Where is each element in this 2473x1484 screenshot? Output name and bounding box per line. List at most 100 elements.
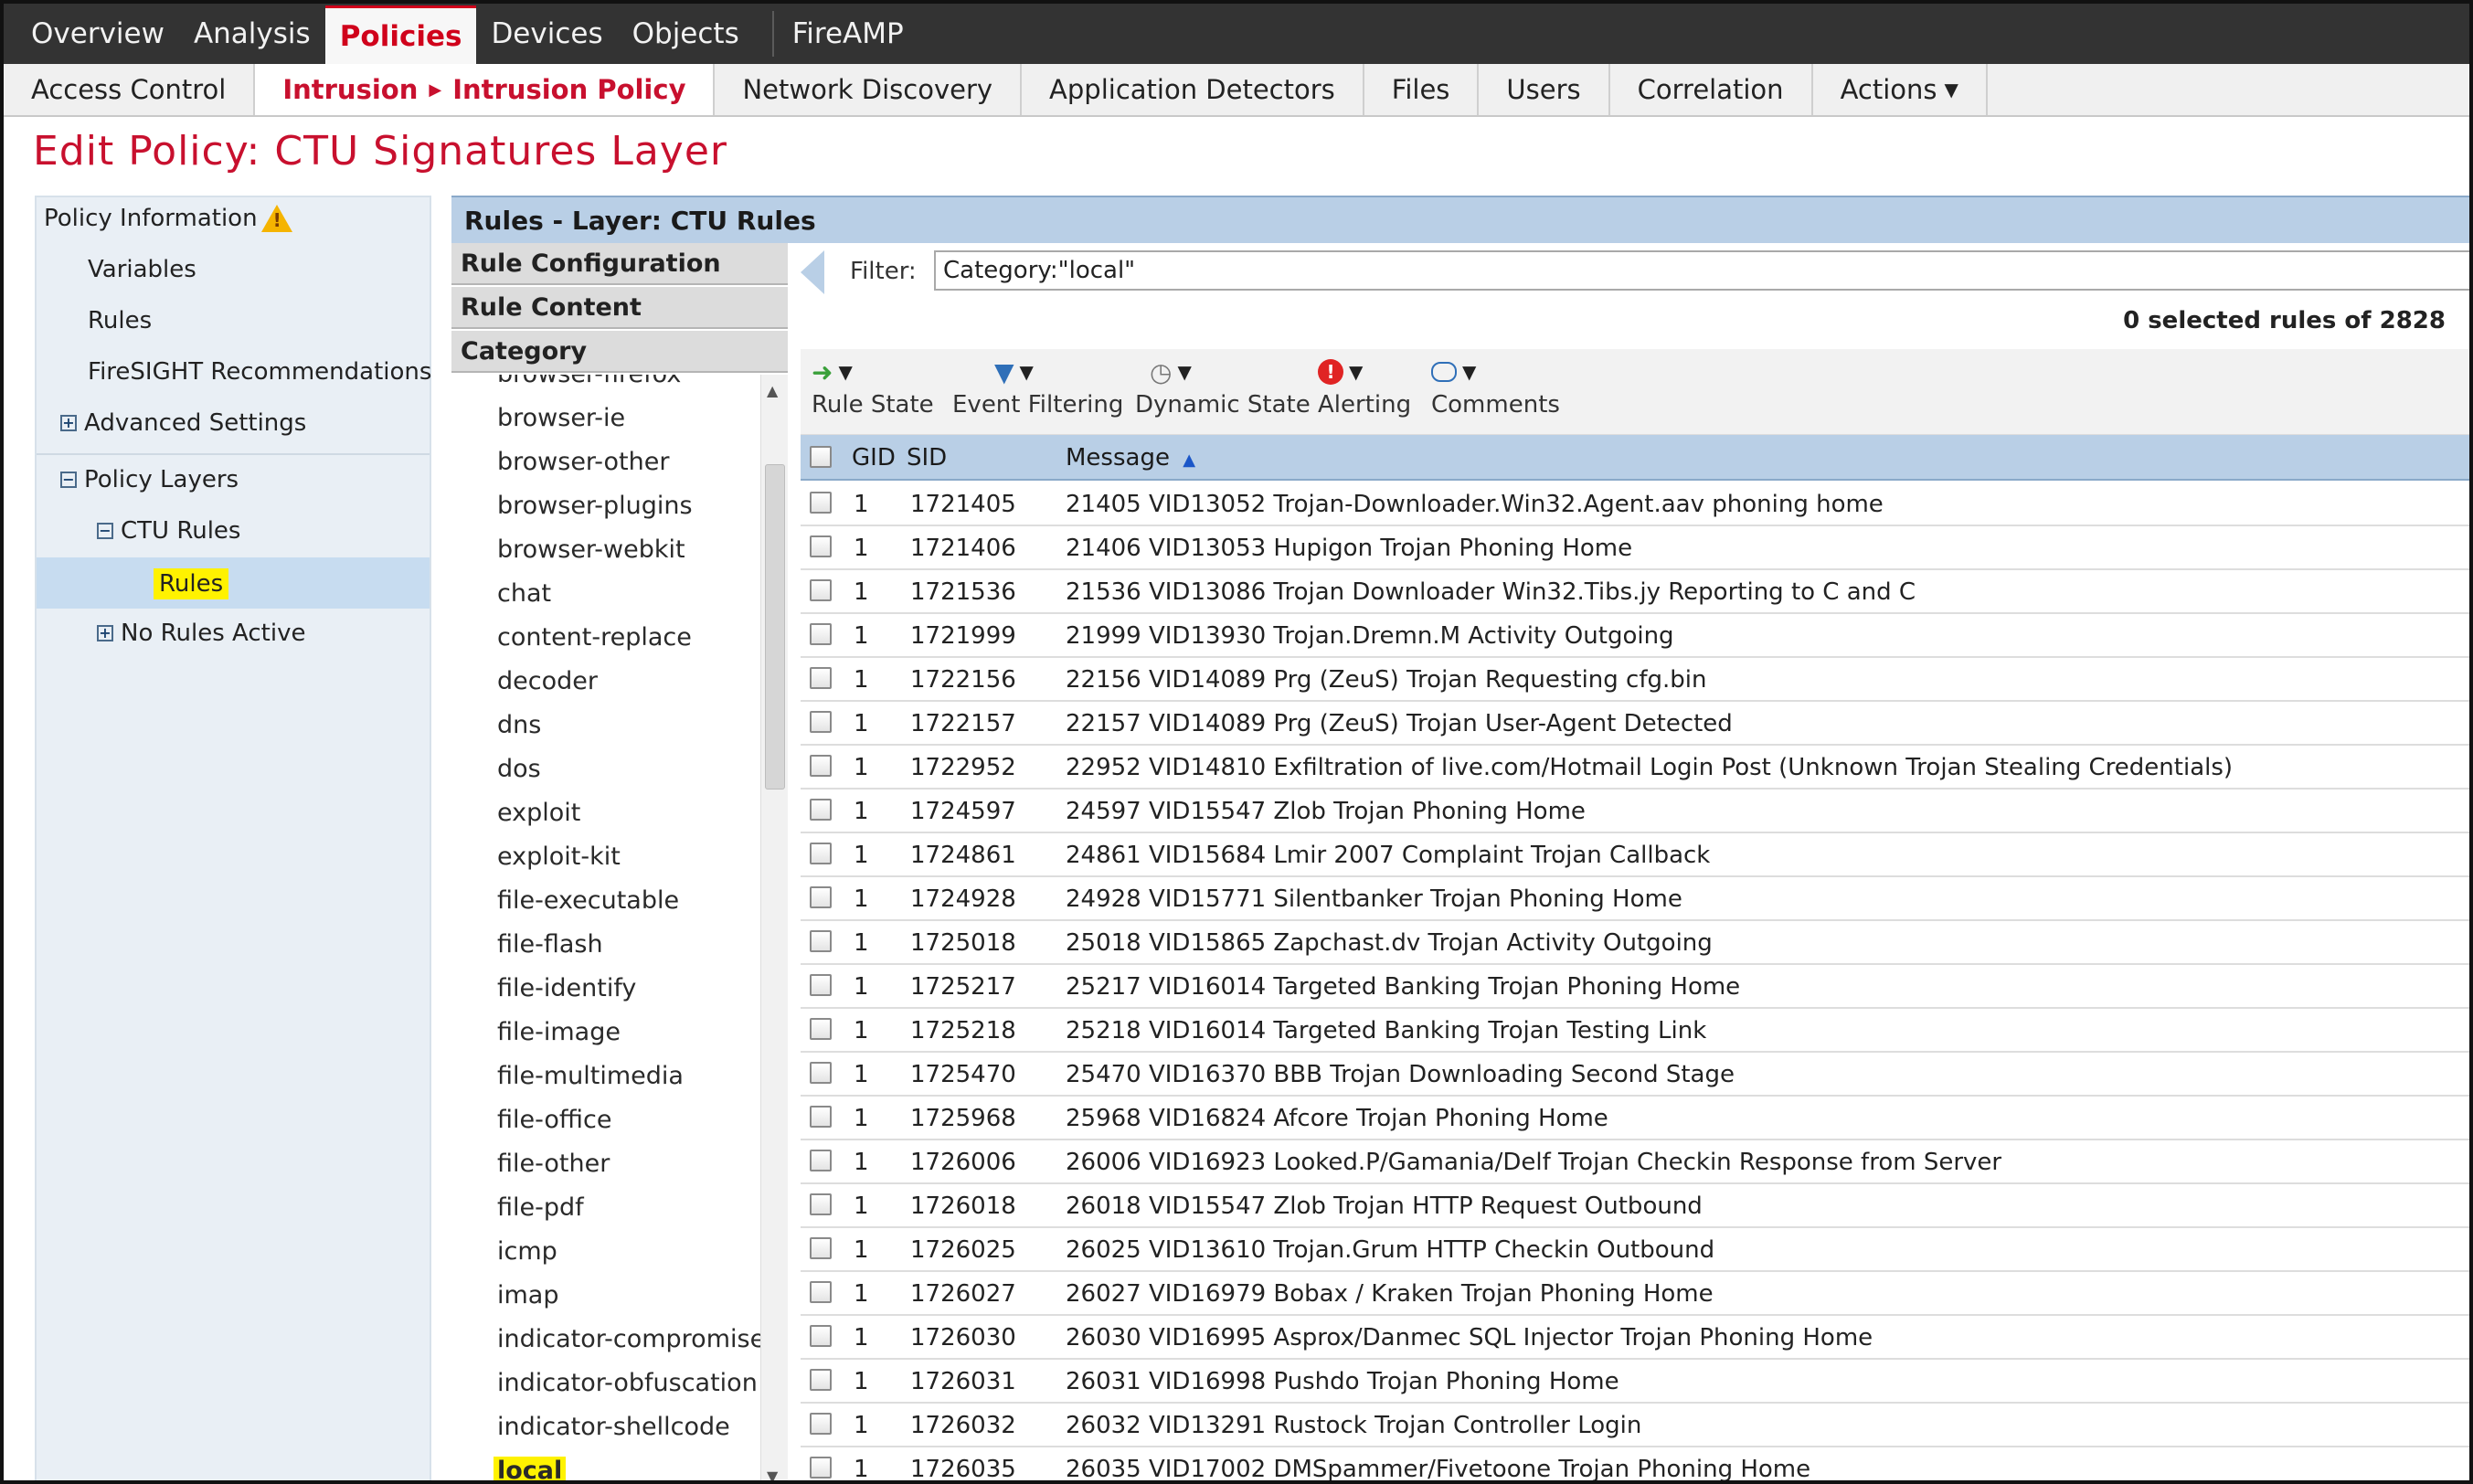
table-row[interactable]: 1 1724861 24861 VID15684 Lmir 2007 Complai… (801, 833, 2469, 877)
category-item[interactable]: dos (497, 755, 541, 783)
tree-firesight-recommendations[interactable]: FireSIGHT Recommendations (88, 358, 431, 386)
subnav-network-discovery[interactable]: Network Discovery (715, 64, 1023, 115)
table-row[interactable]: 1 1726031 26031 VID16998 Pushdo Trojan Pho… (801, 1360, 2469, 1404)
collapse-panel-icon[interactable] (801, 250, 824, 294)
category-item[interactable]: imap (497, 1281, 559, 1309)
row-checkbox[interactable] (810, 1150, 832, 1171)
table-row[interactable]: 1 1726030 26030 VID16995 Asprox/Danmec SQL… (801, 1316, 2469, 1360)
subnav-files[interactable]: Files (1364, 64, 1480, 115)
table-row[interactable]: 1 1725217 25217 VID16014 Targeted Banking … (801, 965, 2469, 1009)
category-item[interactable]: exploit (497, 799, 580, 827)
row-checkbox[interactable] (810, 667, 832, 689)
nav-overview[interactable]: Overview (4, 4, 179, 64)
row-checkbox[interactable] (810, 492, 832, 514)
column-message[interactable]: Message ▲ (1066, 444, 1195, 472)
category-item[interactable]: local (494, 1457, 567, 1480)
tree-variables[interactable]: Variables (88, 256, 196, 283)
category-item[interactable]: indicator-obfuscation (497, 1369, 758, 1397)
category-item[interactable]: browser-ie (497, 404, 625, 432)
tree-ctu-rules[interactable]: − CTU Rules (97, 517, 240, 545)
table-row[interactable]: 1 1725968 25968 VID16824 Afcore Trojan Pho… (801, 1097, 2469, 1140)
table-row[interactable]: 1 1724928 24928 VID15771 Silentbanker Troj… (801, 877, 2469, 921)
row-checkbox[interactable] (810, 1018, 832, 1040)
category-item[interactable]: browser-plugins (497, 492, 693, 520)
row-checkbox[interactable] (810, 623, 832, 645)
row-checkbox[interactable] (810, 1413, 832, 1435)
category-item[interactable]: file-multimedia (497, 1062, 684, 1090)
row-checkbox[interactable] (810, 755, 832, 777)
row-checkbox[interactable] (810, 1457, 832, 1479)
category-item[interactable]: chat (497, 579, 551, 608)
table-row[interactable]: 1 1722952 22952 VID14810 Exfiltration of l… (801, 746, 2469, 790)
table-row[interactable]: 1 1726032 26032 VID13291 Rustock Trojan Co… (801, 1404, 2469, 1447)
scroll-down-icon[interactable]: ▼ (767, 1468, 778, 1480)
event-filtering-button[interactable]: ▼ ▼ Event Filtering (952, 353, 1123, 419)
tree-policy-layers[interactable]: − Policy Layers (60, 466, 239, 493)
expand-icon[interactable]: + (97, 625, 113, 641)
nav-analysis[interactable]: Analysis (179, 4, 325, 64)
category-item[interactable]: file-executable (497, 886, 679, 915)
scrollbar-thumb[interactable] (765, 464, 785, 790)
table-row[interactable]: 1 1726035 26035 VID17002 DMSpammer/Fivetoo… (801, 1447, 2469, 1480)
row-checkbox[interactable] (810, 535, 832, 557)
table-row[interactable]: 1 1726006 26006 VID16923 Looked.P/Gamania/… (801, 1140, 2469, 1184)
dynamic-state-button[interactable]: ◷ ▼ Dynamic State (1135, 353, 1311, 419)
row-checkbox[interactable] (810, 799, 832, 821)
accordion-category[interactable]: Category (451, 331, 788, 373)
alerting-button[interactable]: ! ▼ Alerting (1318, 353, 1411, 419)
category-item[interactable]: indicator-compromise (497, 1325, 765, 1353)
subnav-users[interactable]: Users (1479, 64, 1610, 115)
scroll-up-icon[interactable]: ▲ (767, 382, 778, 399)
subnav-application-detectors[interactable]: Application Detectors (1022, 64, 1364, 115)
table-row[interactable]: 1 1726018 26018 VID15547 Zlob Trojan HTTP … (801, 1184, 2469, 1228)
table-row[interactable]: 1 1721536 21536 VID13086 Trojan Downloader… (801, 570, 2469, 614)
accordion-rule-content[interactable]: Rule Content (451, 287, 788, 329)
category-item[interactable]: browser-firefox (497, 375, 681, 388)
row-checkbox[interactable] (810, 1325, 832, 1347)
subnav-correlation[interactable]: Correlation (1610, 64, 1813, 115)
subnav-actions[interactable]: Actions ▼ (1813, 64, 1988, 115)
table-row[interactable]: 1 1724597 24597 VID15547 Zlob Trojan Phoni… (801, 790, 2469, 833)
category-item[interactable]: file-flash (497, 930, 603, 959)
row-checkbox[interactable] (810, 1281, 832, 1303)
table-row[interactable]: 1 1725018 25018 VID15865 Zapchast.dv Troja… (801, 921, 2469, 965)
tree-advanced-settings[interactable]: + Advanced Settings (60, 409, 306, 437)
table-row[interactable]: 1 1722156 22156 VID14089 Prg (ZeuS) Trojan… (801, 658, 2469, 702)
nav-objects[interactable]: Objects (618, 4, 754, 64)
collapse-icon[interactable]: − (60, 472, 77, 488)
row-checkbox[interactable] (810, 1062, 832, 1084)
category-item[interactable]: browser-other (497, 448, 669, 476)
category-scrollbar[interactable]: ▲ ▼ (760, 375, 788, 1480)
select-all-checkbox[interactable] (810, 446, 832, 468)
table-row[interactable]: 1 1725218 25218 VID16014 Targeted Banking … (801, 1009, 2469, 1053)
category-item[interactable]: icmp (497, 1237, 557, 1266)
nav-devices[interactable]: Devices (476, 4, 617, 64)
row-checkbox[interactable] (810, 711, 832, 733)
row-checkbox[interactable] (810, 974, 832, 996)
category-item[interactable]: exploit-kit (497, 843, 621, 871)
column-sid[interactable]: SID (907, 444, 947, 472)
collapse-icon[interactable]: − (97, 523, 113, 539)
row-checkbox[interactable] (810, 843, 832, 864)
category-item[interactable]: browser-webkit (497, 535, 685, 564)
table-row[interactable]: 1 1726025 26025 VID13610 Trojan.Grum HTTP … (801, 1228, 2469, 1272)
table-row[interactable]: 1 1722157 22157 VID14089 Prg (ZeuS) Trojan… (801, 702, 2469, 746)
row-checkbox[interactable] (810, 1106, 832, 1128)
category-item[interactable]: dns (497, 711, 541, 739)
category-item[interactable]: file-identify (497, 974, 636, 1002)
subnav-access-control[interactable]: Access Control (4, 64, 256, 115)
row-checkbox[interactable] (810, 579, 832, 601)
tree-no-rules-active[interactable]: + No Rules Active (97, 620, 305, 647)
category-item[interactable]: file-image (497, 1018, 621, 1046)
tree-rules[interactable]: Rules (88, 307, 152, 334)
accordion-rule-configuration[interactable]: Rule Configuration (451, 243, 788, 285)
table-row[interactable]: 1 1721405 21405 VID13052 Trojan-Downloader… (801, 482, 2469, 526)
category-item[interactable]: indicator-shellcode (497, 1413, 730, 1441)
category-item[interactable]: content-replace (497, 623, 692, 652)
nav-fireamp[interactable]: FireAMP (792, 4, 918, 64)
row-checkbox[interactable] (810, 886, 832, 908)
tree-policy-information[interactable]: Policy Information ! (44, 205, 292, 232)
category-item[interactable]: decoder (497, 667, 598, 695)
subnav-intrusion-policy[interactable]: Intrusion ▶ Intrusion Policy (255, 64, 716, 115)
nav-policies[interactable]: Policies (324, 5, 477, 64)
